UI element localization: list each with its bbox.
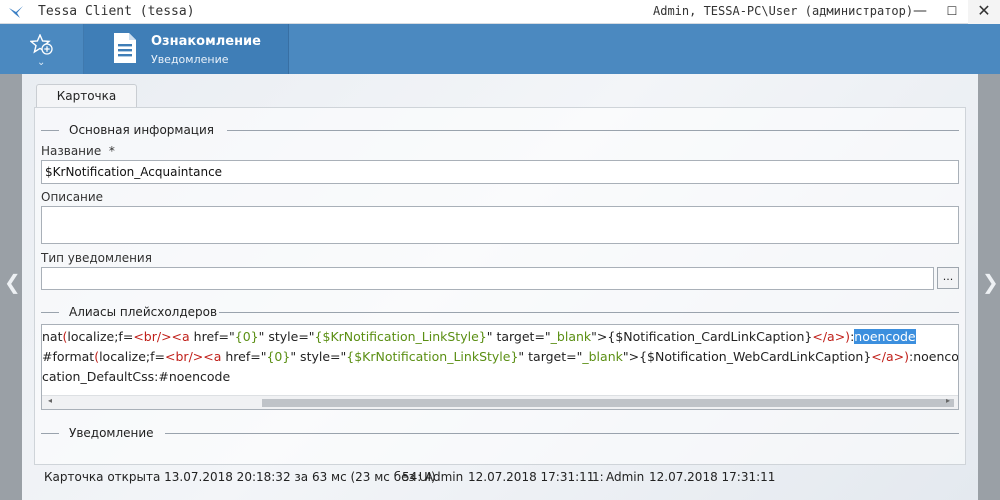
code-line: nat(localize;f=<br/><a href="{0}" style=…	[42, 329, 916, 344]
version-user: Admin	[425, 470, 464, 484]
description-label: Описание	[41, 190, 104, 204]
created-user: Admin	[606, 470, 645, 484]
section-title: Уведомление	[69, 426, 154, 440]
section-main-info: Основная информация	[41, 123, 959, 137]
section-title: Основная информация	[69, 123, 214, 137]
favorites-button[interactable]: ⌄	[0, 24, 84, 74]
scrollbar-thumb[interactable]	[262, 399, 954, 407]
close-button[interactable]: ✕	[968, 0, 1000, 24]
code-line: #format(localize;f=<br/><a href="{0}" st…	[42, 349, 959, 364]
horizontal-scrollbar[interactable]: ◂ ▸	[42, 395, 958, 409]
version-number: 54:	[402, 470, 422, 484]
notification-type-label: Тип уведомления	[41, 251, 152, 265]
star-add-icon	[30, 34, 53, 55]
document-icon	[114, 33, 136, 63]
code-line: cation_DefaultCss:#noencode	[42, 369, 231, 384]
created-number: 1:	[592, 470, 604, 484]
scroll-right-icon[interactable]: ▸	[946, 396, 950, 405]
created-date: 12.07.2018 17:31:11	[649, 470, 776, 484]
tessa-logo-icon	[9, 6, 23, 18]
card-content: Карточка Основная информация Название * …	[22, 74, 978, 500]
version-date: 12.07.2018 17:31:11	[468, 470, 595, 484]
browse-button[interactable]: ...	[937, 267, 959, 289]
open-card-tab[interactable]: Ознакомление Уведомление	[84, 24, 289, 74]
chevron-left-icon[interactable]: ❮	[4, 270, 21, 294]
required-marker: *	[108, 144, 115, 158]
name-label: Название *	[41, 144, 115, 158]
current-user: Admin, TESSA-PC\User (администратор)	[653, 4, 914, 18]
tab-card[interactable]: Карточка	[36, 84, 137, 108]
maximize-button[interactable]: ☐	[938, 0, 966, 24]
chevron-down-icon: ⌄	[37, 57, 46, 68]
selected-text: noencode	[854, 329, 916, 344]
scroll-left-icon[interactable]: ◂	[48, 396, 52, 405]
left-nav-panel[interactable]: ❮	[0, 74, 22, 500]
app-header: ⌄ Ознакомление Уведомление	[0, 24, 1000, 74]
chevron-right-icon[interactable]: ❯	[982, 270, 999, 294]
notification-type-input[interactable]	[41, 267, 934, 290]
aliases-code-editor[interactable]: nat(localize;f=<br/><a href="{0}" style=…	[41, 324, 959, 410]
section-title: Алиасы плейсхолдеров	[69, 305, 218, 319]
card-title: Ознакомление	[151, 34, 261, 49]
section-notification: Уведомление	[41, 426, 959, 440]
status-bar: Карточка открыта 13.07.2018 20:18:32 за …	[22, 470, 978, 500]
window-titlebar: Tessa Client (tessa) Admin, TESSA-PC\Use…	[0, 0, 1000, 24]
description-input[interactable]	[41, 206, 959, 244]
right-nav-panel[interactable]: ❯	[978, 74, 1000, 500]
section-aliases: Алиасы плейсхолдеров	[41, 305, 959, 319]
minimize-button[interactable]: —	[906, 0, 934, 24]
card-panel: Основная информация Название * $KrNotifi…	[34, 107, 966, 465]
name-input[interactable]: $KrNotification_Acquaintance	[41, 160, 959, 184]
card-type: Уведомление	[151, 53, 229, 66]
window-title: Tessa Client (tessa)	[38, 4, 195, 19]
card-opened-status: Карточка открыта 13.07.2018 20:18:32 за …	[44, 470, 436, 484]
